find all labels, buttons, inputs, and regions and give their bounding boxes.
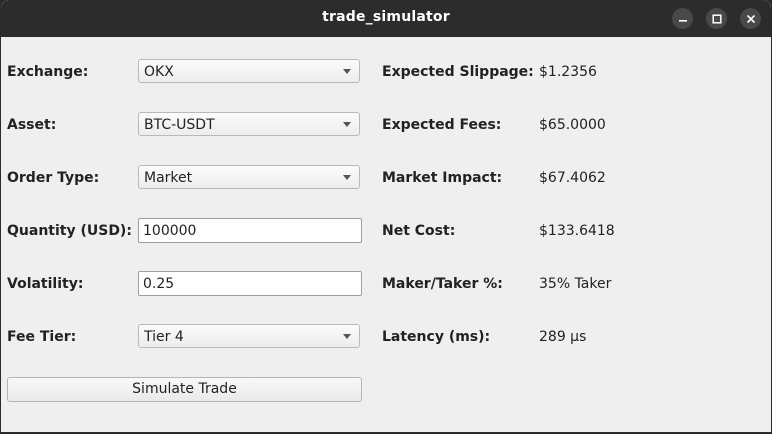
order-type-select-value: Market [144,170,193,186]
chevron-down-icon [343,175,351,180]
exchange-label: Exchange: [7,64,89,80]
chevron-down-icon [343,334,351,339]
net-cost-label: Net Cost: [382,223,456,239]
asset-select[interactable]: BTC-USDT [138,112,360,136]
minimize-button[interactable] [672,8,693,29]
quantity-label: Quantity (USD): [7,223,132,239]
exchange-select-value: OKX [144,64,174,80]
volatility-input[interactable] [138,271,362,296]
latency-label: Latency (ms): [382,329,491,345]
chevron-down-icon [343,122,351,127]
maker-taker-label: Maker/Taker %: [382,276,503,292]
slippage-value: $1.2356 [539,64,597,80]
window-title: trade_simulator [322,9,450,25]
quantity-input[interactable] [138,218,362,243]
slippage-label: Expected Slippage: [382,64,534,80]
market-impact-label: Market Impact: [382,170,503,186]
title-bar[interactable]: trade_simulator [1,0,771,37]
asset-select-value: BTC-USDT [144,117,215,133]
market-impact-value: $67.4062 [539,170,606,186]
app-window: trade_simulator Exchange: OKX Asset: BTC… [1,0,771,432]
fee-tier-select-value: Tier 4 [144,329,184,345]
fees-value: $65.0000 [539,117,606,133]
fees-label: Expected Fees: [382,117,502,133]
fee-tier-label: Fee Tier: [7,329,77,345]
fee-tier-select[interactable]: Tier 4 [138,324,360,348]
latency-value: 289 μs [539,329,587,345]
close-button[interactable] [740,8,761,29]
main-panel: Exchange: OKX Asset: BTC-USDT Order Type… [1,37,771,432]
exchange-select[interactable]: OKX [138,59,360,83]
maximize-button[interactable] [706,8,727,29]
maximize-icon [711,13,722,24]
chevron-down-icon [343,69,351,74]
order-type-select[interactable]: Market [138,165,360,189]
simulate-trade-button[interactable]: Simulate Trade [7,377,362,402]
asset-label: Asset: [7,117,57,133]
maker-taker-value: 35% Taker [539,276,612,292]
order-type-label: Order Type: [7,170,100,186]
net-cost-value: $133.6418 [539,223,615,239]
volatility-label: Volatility: [7,276,84,292]
close-icon [746,14,755,23]
minimize-icon [678,19,687,22]
